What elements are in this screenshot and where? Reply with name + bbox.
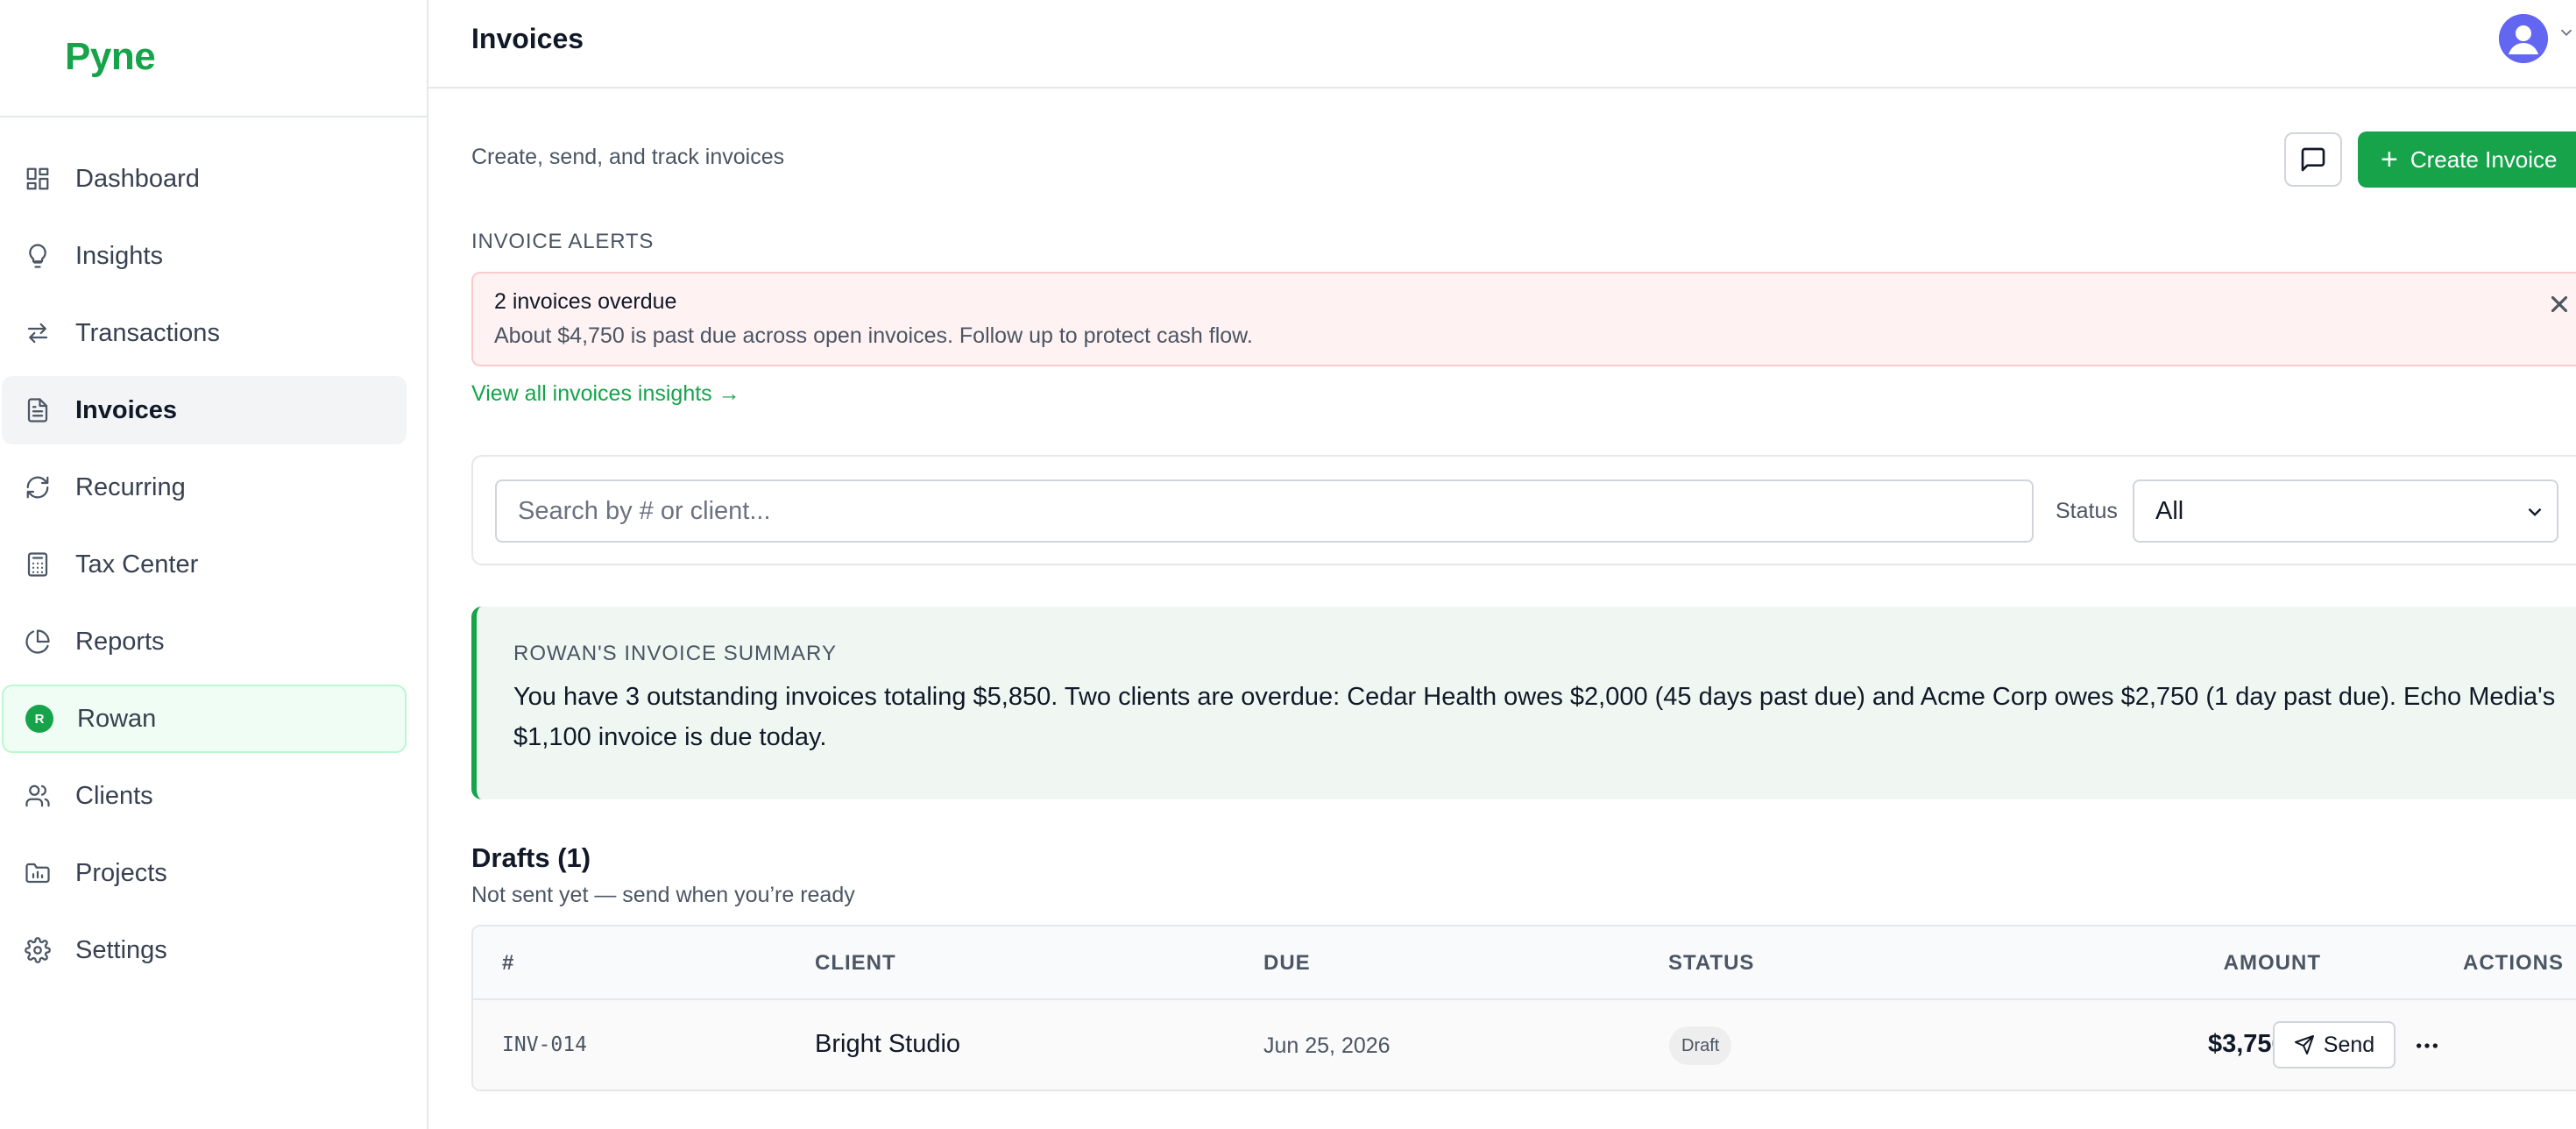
user-avatar[interactable] (2499, 14, 2548, 63)
chevron-down-icon[interactable] (2557, 23, 2576, 42)
status-select-value: All (2155, 496, 2184, 525)
drafts-heading: Drafts (1) (471, 842, 591, 873)
send-icon (2294, 1035, 2314, 1054)
pie-chart-icon (23, 627, 53, 657)
invoice-alerts-heading: INVOICE ALERTS (471, 230, 655, 253)
sidebar-item-reports[interactable]: Reports (2, 607, 407, 676)
status-filter-label: Status (2056, 499, 2118, 523)
status-select[interactable]: All (2133, 479, 2558, 543)
top-bar: Invoices (428, 0, 2576, 89)
alert-text: About $4,750 is past due across open inv… (494, 323, 1253, 348)
column-header-amount: AMOUNT (2223, 951, 2321, 975)
sidebar-item-projects[interactable]: Projects (2, 839, 407, 907)
users-icon (23, 781, 53, 811)
client-name: Bright Studio (815, 1030, 961, 1058)
due-date: Jun 25, 2026 (1263, 1033, 1391, 1058)
sidebar-divider (0, 116, 427, 117)
create-invoice-label: Create Invoice (2410, 146, 2558, 173)
column-header-actions: ACTIONS (2463, 951, 2564, 975)
gear-icon (23, 935, 53, 965)
sidebar-item-label: Clients (75, 781, 153, 810)
table-header: # CLIENT DUE STATUS AMOUNT ACTIONS (473, 927, 2576, 1000)
column-header-status: STATUS (1668, 951, 1755, 975)
sidebar-item-tax-center[interactable]: Tax Center (2, 530, 407, 599)
send-button-label: Send (2323, 1032, 2375, 1057)
user-icon (2499, 14, 2548, 63)
sidebar-item-settings[interactable]: Settings (2, 916, 407, 984)
sidebar-item-invoices[interactable]: Invoices (2, 376, 407, 444)
column-header-number: # (502, 951, 515, 975)
sidebar-item-label: Projects (75, 858, 167, 887)
table-row[interactable]: INV-014 Bright Studio Jun 25, 2026 Draft… (473, 1000, 2576, 1090)
overdue-alert: 2 invoices overdue About $4,750 is past … (471, 272, 2576, 366)
lightbulb-icon (23, 241, 53, 271)
search-input[interactable] (495, 479, 2034, 543)
send-button[interactable]: Send (2273, 1021, 2396, 1069)
sidebar-item-insights[interactable]: Insights (2, 222, 407, 290)
column-header-client: CLIENT (815, 951, 896, 975)
sidebar-item-label: Insights (75, 241, 163, 270)
folder-chart-icon (23, 858, 53, 888)
ai-summary-card: ROWAN'S INVOICE SUMMARY You have 3 outst… (471, 607, 2576, 799)
plus-icon: + (2381, 143, 2398, 176)
brand-logo[interactable]: Pyne (65, 35, 156, 79)
calculator-icon (23, 550, 53, 579)
sidebar-item-clients[interactable]: Clients (2, 762, 407, 830)
sidebar-item-label: Dashboard (75, 164, 200, 193)
dashboard-icon (23, 164, 53, 194)
column-header-due: DUE (1263, 951, 1311, 975)
page-title: Invoices (471, 23, 584, 54)
document-icon (23, 395, 53, 425)
rowan-avatar-letter: R (25, 705, 53, 733)
feedback-button[interactable] (2284, 132, 2342, 187)
sidebar-item-label: Tax Center (75, 550, 199, 579)
more-horizontal-icon (2417, 1043, 2438, 1048)
create-invoice-button[interactable]: + Create Invoice (2358, 131, 2576, 188)
refresh-icon (23, 472, 53, 502)
sidebar-item-label: Transactions (75, 318, 220, 347)
page-subtitle: Create, send, and track invoices (471, 145, 785, 169)
arrows-swap-icon (23, 318, 53, 348)
sidebar-item-dashboard[interactable]: Dashboard (2, 145, 407, 213)
main-content: Create, send, and track invoices + Creat… (428, 89, 2576, 1129)
rowan-avatar-icon: R (25, 704, 54, 734)
summary-text: You have 3 outstanding invoices totaling… (513, 683, 2556, 751)
sidebar-item-label: Reports (75, 627, 165, 656)
sidebar-item-label: Invoices (75, 395, 178, 424)
message-square-icon (2301, 147, 2325, 172)
drafts-table: # CLIENT DUE STATUS AMOUNT ACTIONS INV-0… (471, 925, 2576, 1091)
close-icon[interactable] (2546, 291, 2572, 317)
status-badge: Draft (1669, 1026, 1732, 1065)
sidebar-item-label: Rowan (77, 704, 157, 733)
sidebar: Pyne Dashboard Insights Transactions Inv… (0, 0, 428, 1129)
filter-bar: Status All (471, 455, 2576, 565)
summary-heading: ROWAN'S INVOICE SUMMARY (513, 642, 837, 665)
sidebar-item-label: Recurring (75, 472, 186, 501)
more-actions-button[interactable] (2410, 1028, 2445, 1063)
sidebar-item-rowan[interactable]: R Rowan (2, 685, 407, 753)
sidebar-item-transactions[interactable]: Transactions (2, 299, 407, 367)
chevron-down-icon (2523, 501, 2546, 523)
invoice-number: INV-014 (502, 1033, 587, 1056)
drafts-subheading: Not sent yet — send when you’re ready (471, 883, 855, 907)
alert-title: 2 invoices overdue (494, 289, 677, 314)
sidebar-item-recurring[interactable]: Recurring (2, 453, 407, 522)
app: Pyne Dashboard Insights Transactions Inv… (0, 0, 2576, 1129)
sidebar-item-label: Settings (75, 935, 167, 964)
view-insights-link[interactable]: View all invoices insights → (471, 381, 740, 407)
